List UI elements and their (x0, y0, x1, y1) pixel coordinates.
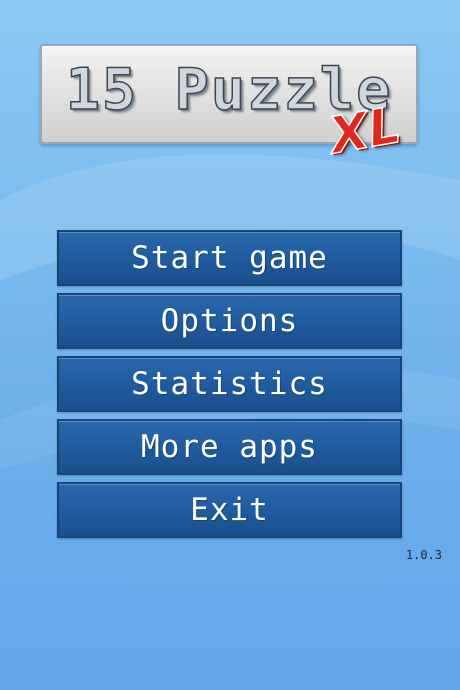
options-label: Options (160, 303, 299, 339)
exit-label: Exit (190, 492, 269, 528)
logo-xl-badge: XL (325, 95, 406, 166)
options-button[interactable]: Options (57, 293, 402, 349)
more-apps-button[interactable]: More apps (57, 419, 402, 475)
main-menu: Start game Options Statistics More apps … (57, 230, 402, 545)
statistics-button[interactable]: Statistics (57, 356, 402, 412)
start-game-button[interactable]: Start game (57, 230, 402, 286)
exit-button[interactable]: Exit (57, 482, 402, 538)
statistics-label: Statistics (131, 366, 328, 402)
start-game-label: Start game (131, 240, 328, 276)
version-label: 1.0.3 (405, 548, 442, 562)
more-apps-label: More apps (141, 429, 318, 465)
